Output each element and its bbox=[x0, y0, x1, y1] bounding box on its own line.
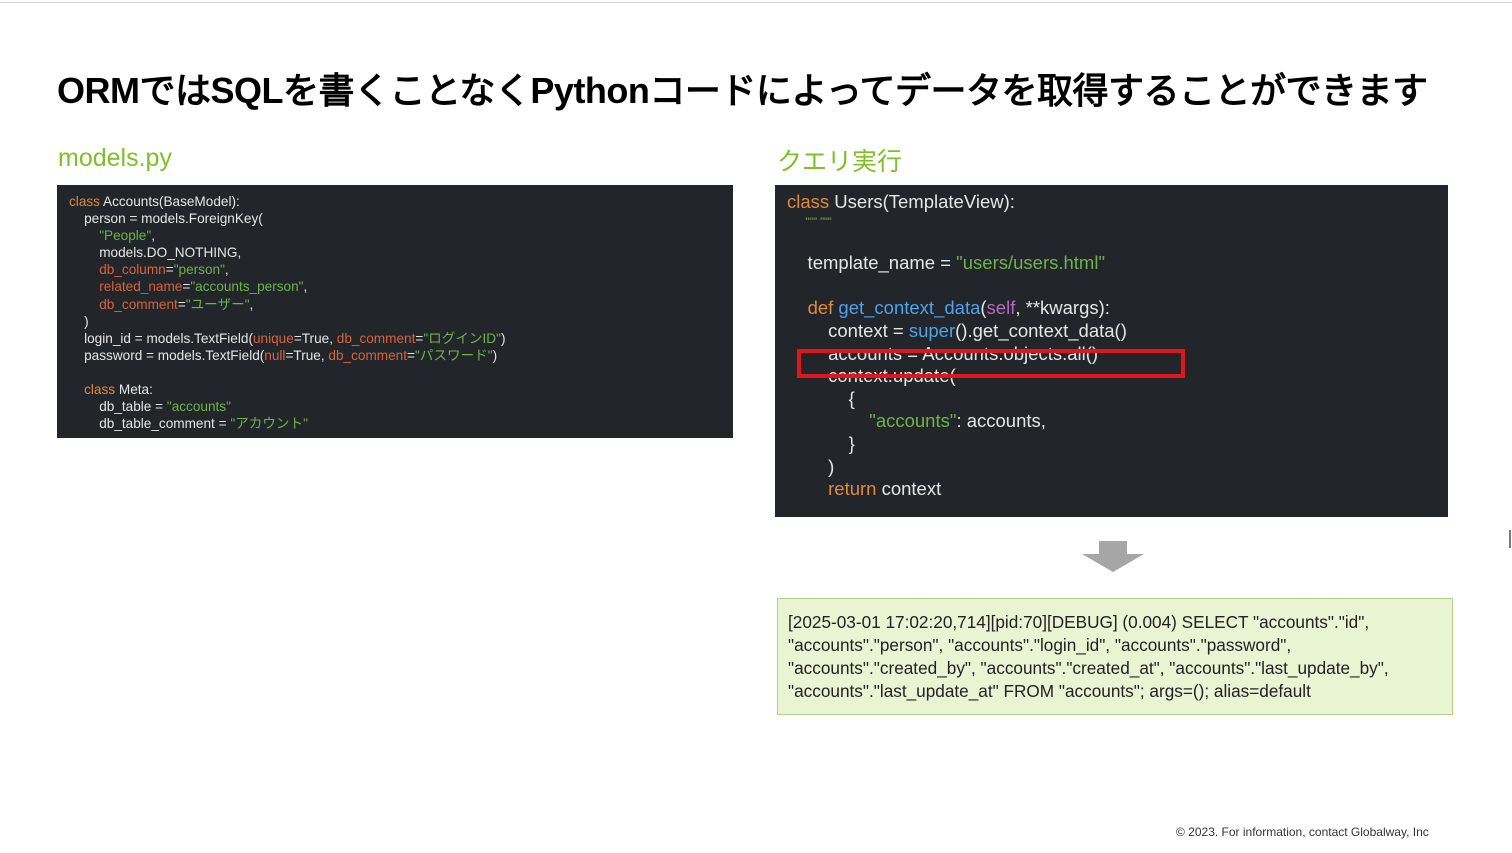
code-line: login_id = models.TextField(unique=True,… bbox=[69, 330, 733, 347]
code-text: context bbox=[876, 478, 942, 500]
code-line: { bbox=[787, 388, 1448, 411]
argument-name: db_comment bbox=[99, 296, 178, 312]
argument-name: db_comment bbox=[336, 330, 416, 346]
code-text: = bbox=[407, 347, 415, 363]
code-line: related_name="accounts_person", bbox=[69, 278, 733, 295]
models-code-block: class Accounts(BaseModel): person = mode… bbox=[57, 185, 733, 438]
code-text: =True, bbox=[285, 347, 329, 363]
string-literal: "People" bbox=[99, 228, 152, 244]
keyword: class bbox=[69, 194, 100, 209]
string-literal: "accounts" bbox=[869, 410, 957, 432]
argument-name: unique bbox=[252, 330, 294, 346]
code-line: context = super().get_context_data() bbox=[787, 320, 1448, 343]
code-line: db_table = "accounts" bbox=[69, 398, 733, 415]
code-text: ) bbox=[787, 455, 835, 477]
top-divider bbox=[0, 2, 1512, 3]
code-text: } bbox=[787, 432, 855, 454]
code-text: =True, bbox=[293, 330, 337, 346]
code-text: context = bbox=[787, 319, 909, 341]
code-text: , bbox=[224, 262, 229, 278]
string-literal: "users/users.html" bbox=[956, 252, 1106, 274]
code-line: models.DO_NOTHING, bbox=[69, 244, 733, 261]
code-line: class Meta: bbox=[69, 381, 733, 398]
code-text: Users(TemplateView): bbox=[829, 191, 1015, 212]
argument-name: null bbox=[264, 347, 286, 363]
self-keyword: self bbox=[986, 297, 1016, 319]
code-line: ) bbox=[787, 456, 1448, 479]
string-literal: "accounts" bbox=[166, 399, 231, 415]
code-line: "accounts": accounts, bbox=[787, 410, 1448, 433]
code-line: } bbox=[787, 433, 1448, 456]
highlight-box bbox=[797, 349, 1185, 378]
code-text: , bbox=[151, 228, 155, 244]
code-text: ) bbox=[492, 347, 498, 363]
docstring: """ """ bbox=[805, 215, 832, 228]
code-text: = bbox=[177, 296, 186, 312]
copyright-footer: © 2023. For information, contact Globalw… bbox=[1176, 825, 1429, 839]
code-line: db_column="person", bbox=[69, 261, 733, 278]
models-heading: models.py bbox=[58, 144, 172, 172]
sql-log-box: [2025-03-01 17:02:20,714][pid:70][DEBUG]… bbox=[777, 598, 1453, 715]
code-text: template_name = bbox=[787, 252, 957, 274]
code-line: class Users(TemplateView): bbox=[787, 191, 1448, 214]
string-literal: "person" bbox=[173, 262, 225, 278]
builtin-name: super bbox=[908, 319, 956, 341]
string-literal: "accounts_person" bbox=[190, 279, 304, 295]
sql-log-line: "accounts"."created_by", "accounts"."cre… bbox=[788, 658, 1389, 678]
string-literal: "ユーザー" bbox=[185, 296, 250, 312]
code-text: db_table_comment = bbox=[69, 416, 231, 432]
code-text: , bbox=[303, 279, 308, 295]
code-line: template_name = "users/users.html" bbox=[787, 252, 1448, 275]
code-line: db_table_comment = "アカウント" bbox=[69, 415, 733, 432]
edge-marker bbox=[1509, 530, 1511, 548]
code-text: person = models.ForeignKey( bbox=[69, 211, 263, 227]
code-text: Accounts(BaseModel): bbox=[99, 194, 240, 209]
function-name: get_context_data bbox=[838, 297, 981, 319]
query-heading: クエリ実行 bbox=[777, 148, 903, 176]
code-text: db_table = bbox=[69, 399, 167, 415]
code-line: password = models.TextField(null=True, d… bbox=[69, 347, 733, 364]
string-literal: "ログインID" bbox=[423, 330, 501, 346]
code-line: """ """ bbox=[787, 214, 1448, 230]
slide-title: ORMではSQLを書くことなくPythonコードによってデータを取得することがで… bbox=[57, 70, 1428, 111]
sql-log-line: "accounts"."person", "accounts"."login_i… bbox=[788, 635, 1292, 655]
string-literal: "アカウント" bbox=[230, 416, 308, 432]
code-line: return context bbox=[787, 478, 1448, 501]
down-arrow-icon bbox=[1082, 541, 1144, 572]
keyword: return bbox=[828, 478, 877, 500]
code-line: person = models.ForeignKey( bbox=[69, 210, 733, 227]
code-line: def get_context_data(self, **kwargs): bbox=[787, 297, 1448, 320]
code-text: Meta: bbox=[115, 382, 153, 398]
code-text: models.DO_NOTHING, bbox=[69, 245, 242, 261]
keyword: class bbox=[84, 382, 116, 398]
code-text: = bbox=[165, 262, 174, 278]
code-text: ) bbox=[500, 330, 506, 346]
code-text: : accounts, bbox=[956, 410, 1046, 432]
code-text: login_id = models.TextField( bbox=[69, 330, 253, 346]
sql-log-line: "accounts"."last_update_at" FROM "accoun… bbox=[788, 681, 1311, 701]
argument-name: db_comment bbox=[328, 347, 408, 363]
code-line: class Accounts(BaseModel): bbox=[69, 193, 733, 210]
code-text: ) bbox=[69, 313, 89, 329]
code-line: "People", bbox=[69, 227, 733, 244]
code-text: { bbox=[787, 387, 855, 409]
string-literal: "パスワード" bbox=[414, 347, 493, 363]
code-text: ().get_context_data() bbox=[955, 319, 1127, 341]
sql-log-line: [2025-03-01 17:02:20,714][pid:70][DEBUG]… bbox=[788, 612, 1370, 632]
keyword: class bbox=[787, 191, 830, 212]
code-text: , **kwargs): bbox=[1015, 297, 1110, 319]
code-text: , bbox=[249, 296, 254, 312]
argument-name: db_column bbox=[99, 262, 166, 278]
code-line: ) bbox=[69, 313, 733, 330]
keyword: def bbox=[807, 297, 834, 319]
code-text: password = models.TextField( bbox=[69, 347, 265, 363]
argument-name: related_name bbox=[99, 279, 183, 295]
code-line: db_comment="ユーザー", bbox=[69, 296, 733, 313]
